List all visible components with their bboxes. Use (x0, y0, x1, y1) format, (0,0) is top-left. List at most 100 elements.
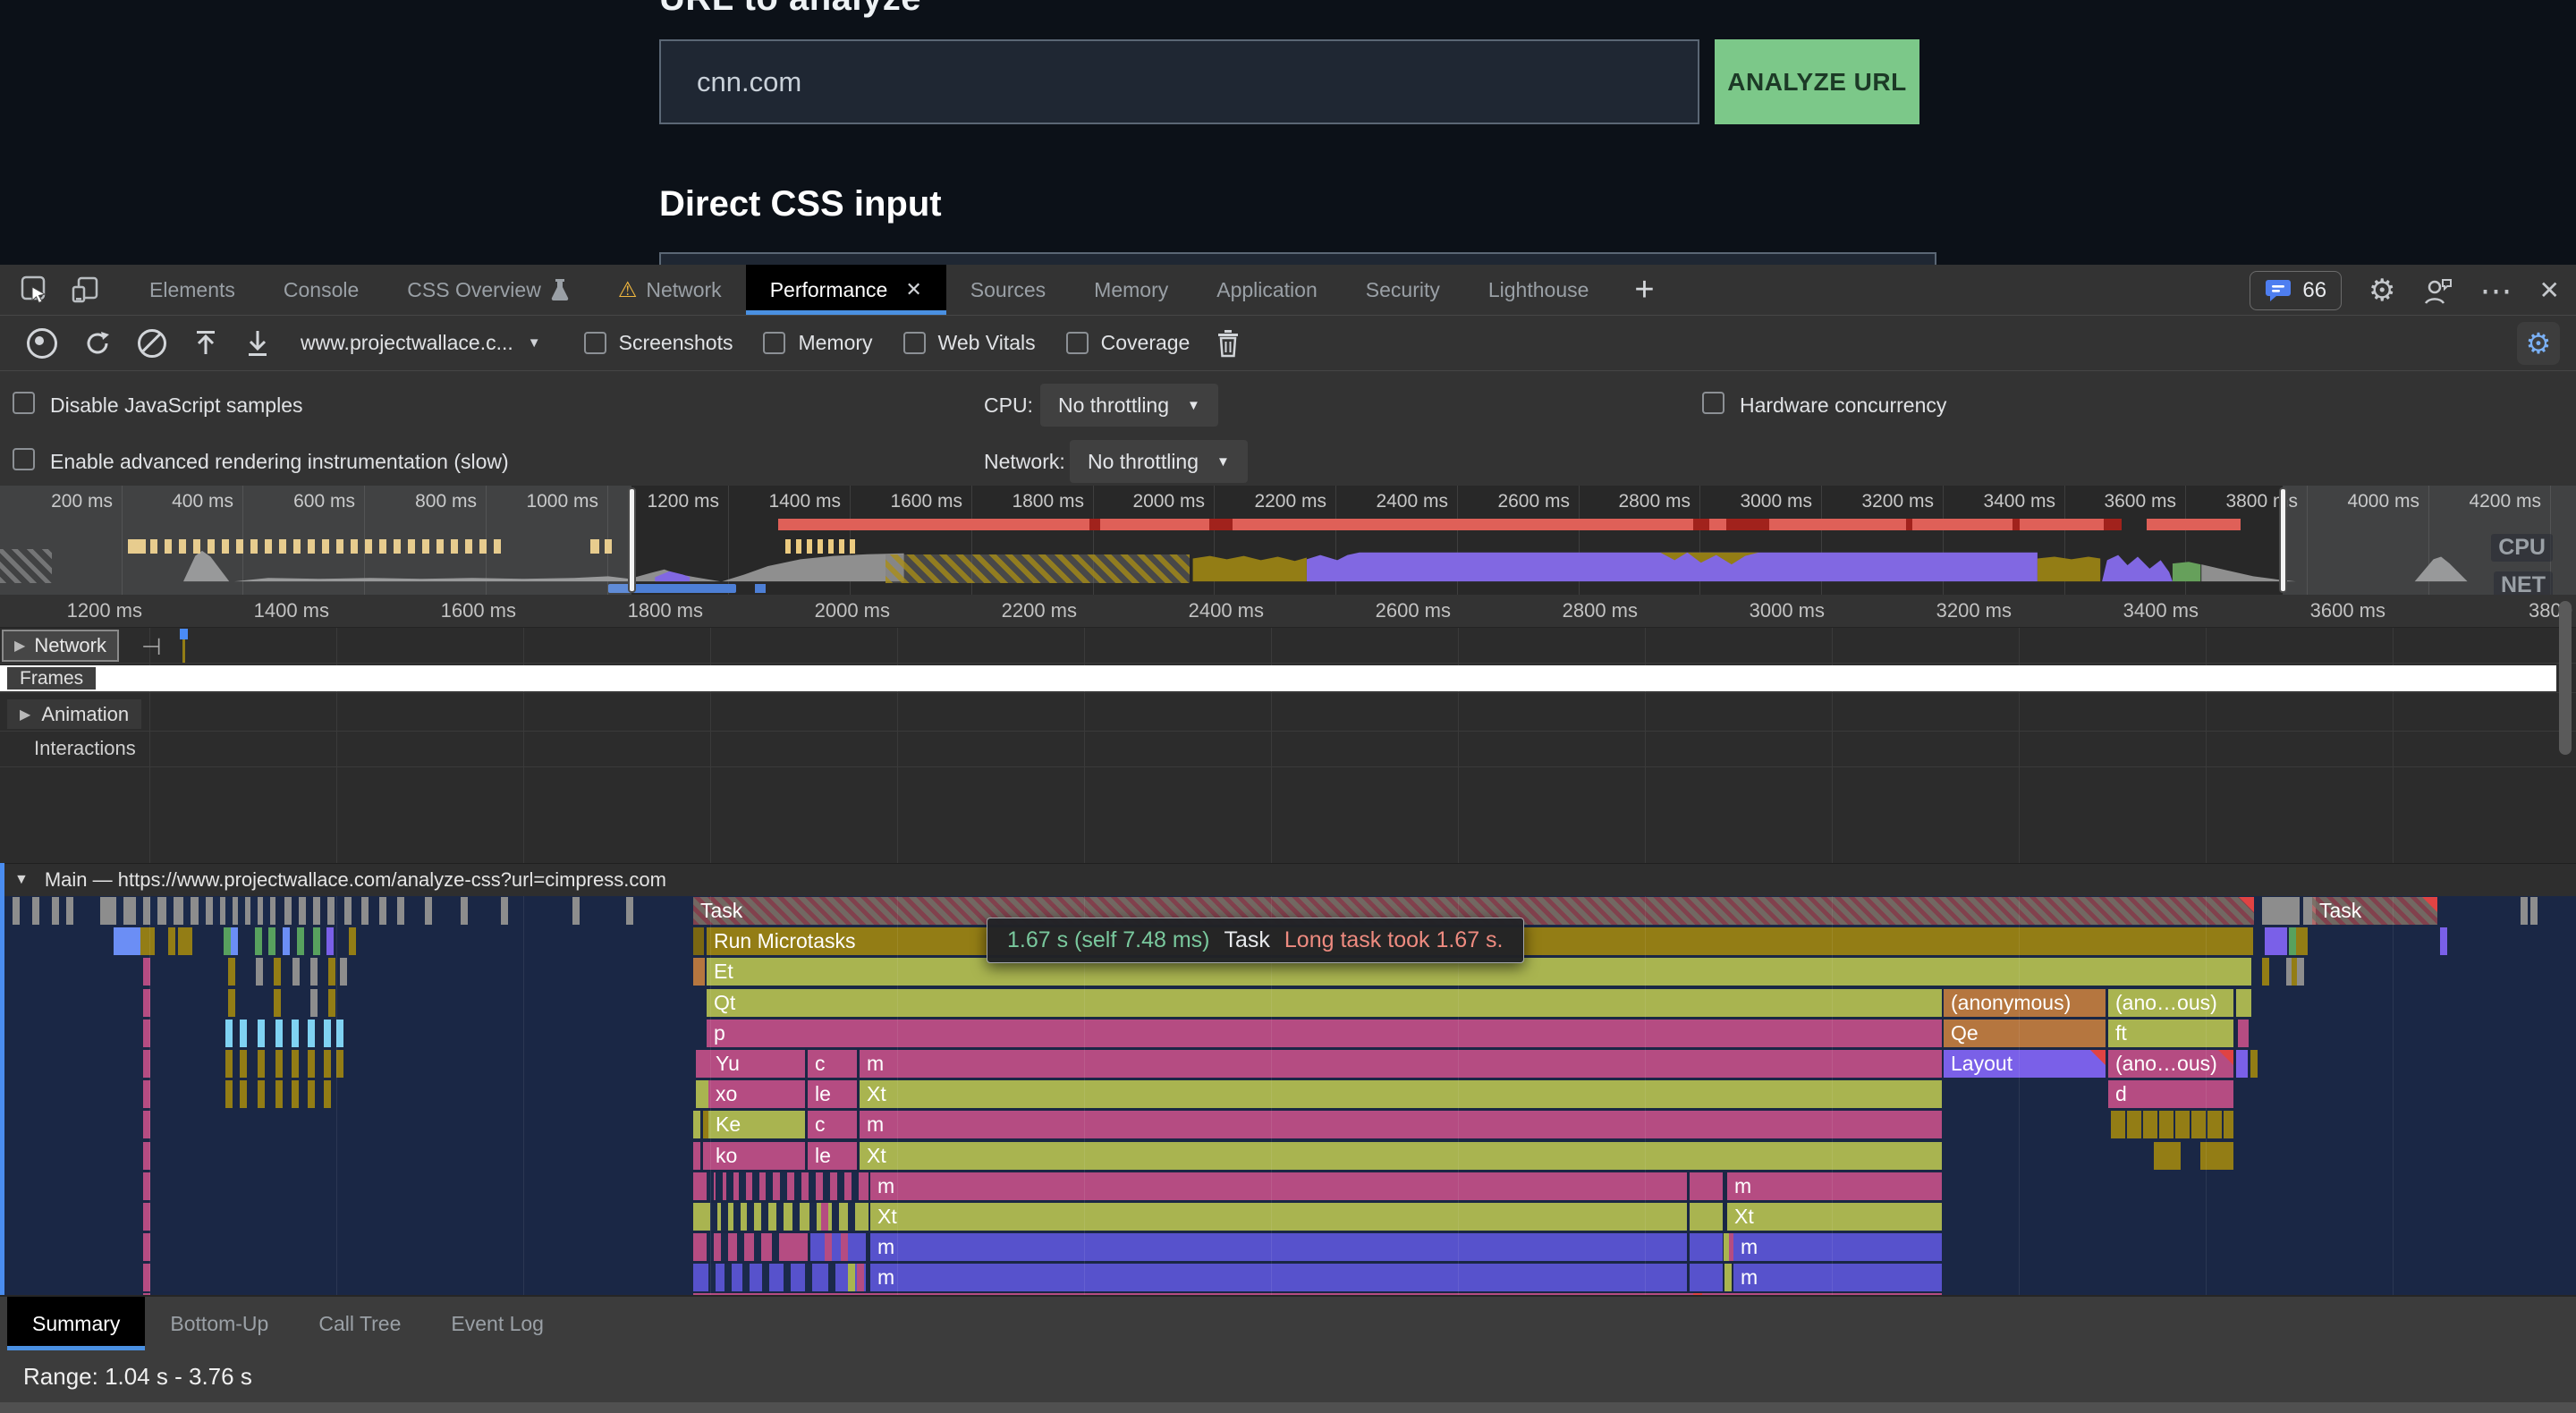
track-animation[interactable]: ▶ Animation (7, 699, 141, 729)
reload-and-record-button[interactable] (84, 330, 111, 357)
selection-handle-right[interactable] (2279, 487, 2287, 593)
flame-bar[interactable]: m (1733, 1233, 1942, 1261)
flame-bar[interactable]: (ano…ous) (2108, 1050, 2233, 1078)
flame-bar[interactable]: (ano…ous) (2108, 989, 2233, 1017)
flame-bar[interactable]: Task (2312, 897, 2437, 925)
checkbox[interactable] (763, 332, 785, 354)
flame-bar[interactable]: d (2108, 1080, 2233, 1108)
hardware-concurrency-checkbox[interactable] (1702, 392, 1724, 414)
detail-tab-bottom-up[interactable]: Bottom-Up (145, 1297, 293, 1350)
disable-js-samples-checkbox[interactable] (13, 392, 35, 414)
css-textarea[interactable] (659, 252, 1936, 265)
detail-tab-event-log[interactable]: Event Log (426, 1297, 569, 1350)
tab-sources[interactable]: Sources (946, 265, 1070, 315)
flame-bar[interactable]: Yu (708, 1050, 805, 1078)
network-throttling-select[interactable]: No throttling ▼ (1070, 440, 1248, 483)
flame-bar[interactable] (693, 958, 705, 986)
flame-bar[interactable]: m (860, 1050, 1942, 1078)
tab-memory[interactable]: Memory (1070, 265, 1192, 315)
flame-bar[interactable] (1690, 1233, 1723, 1261)
flame-bar[interactable]: Qe (1944, 1020, 2106, 1047)
flame-bar[interactable]: Xt (1727, 1203, 1942, 1231)
detail-tab-call-tree[interactable]: Call Tree (293, 1297, 426, 1350)
flame-bar[interactable]: (anonymous) (1944, 989, 2106, 1017)
add-tab-button[interactable]: + (1634, 271, 1654, 309)
flame-bar[interactable] (2111, 1111, 2125, 1138)
toolbar-checkbox-memory[interactable]: Memory (763, 331, 872, 355)
flame-bar[interactable] (2265, 927, 2287, 955)
track-network[interactable]: ▶ Network (2, 630, 119, 662)
track-resize-handle[interactable]: ⊣ (141, 633, 162, 661)
flame-bar[interactable]: xo (708, 1080, 805, 1108)
flame-bar[interactable]: Ke (708, 1111, 805, 1138)
selection-handle-left[interactable] (628, 487, 636, 593)
collapse-triangle-icon[interactable]: ▼ (14, 872, 29, 888)
cpu-throttling-select[interactable]: No throttling ▼ (1040, 384, 1218, 427)
frames-strip[interactable] (0, 665, 2556, 691)
toolbar-checkbox-screenshots[interactable]: Screenshots (584, 331, 733, 355)
flame-bar[interactable] (2207, 1111, 2222, 1138)
flame-bar[interactable]: Layout (1944, 1050, 2106, 1078)
flame-bar[interactable]: ko (708, 1142, 805, 1170)
flame-bar[interactable] (810, 1233, 866, 1261)
close-devtools-icon[interactable]: ✕ (2539, 278, 2560, 303)
flame-bar[interactable] (1690, 1172, 1723, 1200)
toolbar-checkbox-web-vitals[interactable]: Web Vitals (903, 331, 1036, 355)
record-button[interactable] (27, 328, 57, 359)
history-dropdown[interactable]: www.projectwallace.c... ▼ (301, 331, 541, 355)
tab-security[interactable]: Security (1342, 265, 1464, 315)
tab-performance[interactable]: Performance✕ (746, 265, 946, 315)
expand-triangle-icon[interactable]: ▶ (14, 637, 25, 655)
track-interactions[interactable]: Interactions (34, 737, 136, 760)
advanced-rendering-checkbox[interactable] (13, 448, 35, 470)
flame-bar[interactable] (2262, 897, 2300, 925)
flame-bar[interactable] (2236, 989, 2251, 1017)
flame-bar[interactable] (2154, 1142, 2181, 1170)
tab-css-overview[interactable]: CSS Overview (383, 265, 594, 315)
flame-bar[interactable] (1690, 1264, 1723, 1291)
flame-bar[interactable]: Qt (707, 989, 1942, 1017)
flame-bar[interactable] (2159, 1111, 2174, 1138)
device-toolbar-icon[interactable] (70, 275, 100, 305)
flame-bar[interactable]: m (870, 1233, 1687, 1261)
feedback-icon[interactable] (2423, 276, 2453, 305)
timeline-overview[interactable]: 200 ms400 ms600 ms800 ms1000 ms1200 ms14… (0, 486, 2576, 595)
load-profile-icon[interactable] (193, 329, 218, 358)
track-frames[interactable]: Frames (7, 667, 96, 690)
flame-bar[interactable] (2238, 1020, 2249, 1047)
flame-bar[interactable]: m (870, 1172, 1687, 1200)
save-profile-icon[interactable] (245, 329, 270, 358)
url-input[interactable]: cnn.com (659, 39, 1699, 124)
flame-bar[interactable] (1690, 1203, 1723, 1231)
flame-bar[interactable]: ft (2108, 1020, 2233, 1047)
checkbox[interactable] (1066, 332, 1089, 354)
detail-tab-summary[interactable]: Summary (7, 1297, 145, 1350)
flame-bar[interactable] (2127, 1111, 2141, 1138)
flame-bar[interactable] (2224, 1111, 2233, 1138)
flame-bar[interactable] (2143, 1111, 2157, 1138)
tab-network[interactable]: ⚠Network (594, 265, 746, 315)
flame-bar[interactable]: m (1727, 1172, 1942, 1200)
checkbox[interactable] (584, 332, 606, 354)
flame-bar[interactable]: c (808, 1050, 857, 1078)
capture-settings-gear-icon[interactable]: ⚙ (2517, 322, 2560, 365)
main-track-header[interactable]: ▼ Main — https://www.projectwallace.com/… (0, 863, 2576, 896)
close-tab-icon[interactable]: ✕ (905, 278, 921, 301)
toolbar-checkbox-coverage[interactable]: Coverage (1066, 331, 1191, 355)
trash-icon[interactable] (1216, 329, 1240, 358)
settings-gear-icon[interactable]: ⚙ (2368, 275, 2395, 306)
flame-bar[interactable]: le (808, 1142, 857, 1170)
flame-bar[interactable]: c (808, 1111, 857, 1138)
flame-bar[interactable] (693, 1264, 866, 1291)
flame-bar[interactable] (178, 927, 192, 955)
analyze-url-button[interactable]: ANALYZE URL (1715, 39, 1919, 124)
flame-bar[interactable] (2175, 1111, 2190, 1138)
tab-elements[interactable]: Elements (125, 265, 259, 315)
flame-bar[interactable]: Xt (860, 1142, 1942, 1170)
network-request-marker[interactable] (180, 629, 188, 639)
flame-bar[interactable] (693, 927, 704, 955)
flame-bar[interactable] (2191, 1111, 2206, 1138)
expand-triangle-icon[interactable]: ▶ (20, 706, 30, 723)
issues-badge[interactable]: 66 (2250, 271, 2342, 310)
checkbox[interactable] (903, 332, 926, 354)
